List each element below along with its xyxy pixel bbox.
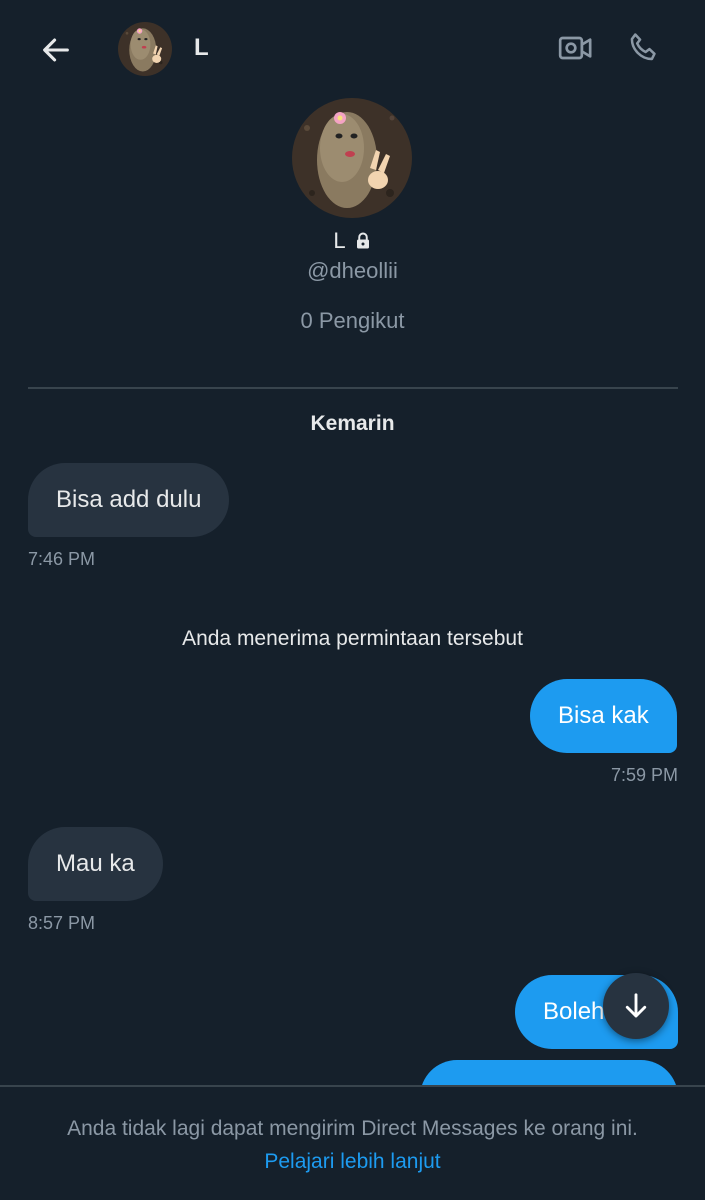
message-bubble-incoming[interactable]: Mau ka [28,827,163,901]
date-separator: Kemarin [310,412,395,435]
video-camera-icon [558,36,592,60]
contact-name[interactable]: L [194,34,209,62]
message-bubble-incoming[interactable]: Bisa add dulu [28,463,230,537]
video-call-button[interactable] [552,24,600,72]
message-timestamp: 7:59 PM [610,765,678,785]
top-bar: L [0,0,705,100]
learn-more-link[interactable]: Pelajari lebih lanjut [0,1150,705,1174]
contact-avatar[interactable] [118,22,172,76]
profile-name-row: L [0,228,705,254]
dm-disabled-footer: Anda tidak lagi dapat mengirim Direct Me… [0,1085,705,1200]
back-button[interactable] [30,24,82,76]
scroll-to-bottom-button[interactable] [603,973,669,1039]
phone-icon [630,33,656,61]
system-message: Anda menerima permintaan tersebut [182,627,523,650]
profile-name: L [333,228,346,253]
message-bubble-outgoing[interactable]: Bisa kak [530,679,677,753]
message-timestamp: 8:57 PM [28,913,96,933]
profile-avatar[interactable] [292,98,412,218]
profile-handle: @dheollii [307,258,398,283]
dm-disabled-notice: Anda tidak lagi dapat mengirim Direct Me… [67,1117,638,1140]
profile-followers[interactable]: 0 Pengikut [0,308,705,334]
arrow-down-icon [625,993,647,1018]
arrow-left-icon [43,38,69,62]
divider [28,387,678,389]
voice-call-button[interactable] [620,24,668,72]
lock-icon [356,232,369,249]
message-timestamp: 7:46 PM [28,549,96,569]
